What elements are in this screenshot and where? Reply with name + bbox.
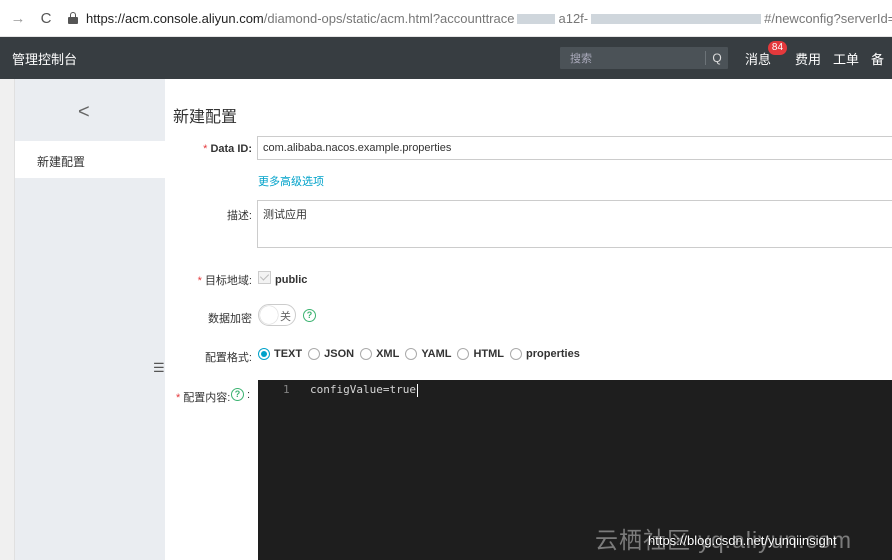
line-number-gutter: 1: [258, 380, 302, 560]
nav-item-messages-label: 消息: [745, 51, 772, 67]
content-help-icon[interactable]: ?: [231, 388, 244, 401]
code-line: configValue=true: [310, 383, 418, 397]
search-icon[interactable]: Q: [706, 51, 728, 65]
region-label: * 目标地域:: [197, 275, 252, 287]
redacted-block: [517, 14, 556, 25]
forward-arrow-icon[interactable]: →: [10, 10, 26, 27]
sidebar-item-label: 新建配置: [37, 155, 86, 169]
nav-item-more[interactable]: 备: [871, 49, 884, 68]
sidebar-item-new-config[interactable]: 新建配置: [0, 141, 165, 178]
description-textarea[interactable]: 测试应用: [257, 200, 892, 248]
toggle-knob: [260, 306, 278, 324]
toggle-state: 关: [280, 311, 291, 323]
search-input[interactable]: 搜索: [570, 50, 705, 66]
region-value: public: [275, 274, 308, 286]
radio-format-json[interactable]: JSON: [308, 348, 354, 360]
radio-format-xml[interactable]: XML: [360, 348, 399, 360]
content-label-colon: :: [247, 389, 251, 401]
nav-item-tickets[interactable]: 工单: [833, 49, 859, 68]
url-host: https://acm.console.aliyun.com: [86, 10, 264, 26]
page-title: 新建配置: [173, 109, 238, 126]
url-path: /diamond-ops/static/acm.html?accounttrac…: [263, 10, 515, 26]
menu-collapse-icon[interactable]: ☰: [153, 360, 165, 376]
watermark-url: https://blog.csdn.net/yunqiinsight: [648, 533, 837, 548]
help-icon[interactable]: ?: [303, 309, 316, 322]
line-number: 1: [283, 383, 290, 396]
console-brand[interactable]: 管理控制台: [12, 49, 77, 68]
content-label: * 配置内容:: [176, 392, 231, 404]
radio-format-properties[interactable]: properties: [510, 348, 580, 360]
region-checkbox[interactable]: [258, 271, 271, 284]
description-label: 描述:: [226, 210, 252, 222]
search-box[interactable]: 搜索 Q: [560, 47, 728, 69]
nav-item-billing[interactable]: 费用: [795, 49, 821, 68]
url-field[interactable]: https://acm.console.aliyun.com/diamond-o…: [86, 11, 892, 26]
collapsed-rail: [0, 79, 15, 560]
reload-icon[interactable]: C: [38, 10, 54, 27]
description-value: 测试应用: [263, 209, 307, 221]
data-id-value: com.alibaba.nacos.example.properties: [263, 142, 452, 154]
format-label: 配置格式:: [204, 352, 252, 364]
lock-icon: [68, 12, 78, 24]
top-menu: 消息 84 费用 工单 备: [745, 37, 892, 79]
left-sidebar: < 新建配置: [0, 79, 165, 560]
url-mid: a12f-: [558, 10, 589, 26]
redacted-block: [591, 14, 762, 25]
encryption-toggle[interactable]: 关: [258, 304, 296, 326]
nav-item-messages[interactable]: 消息 84: [745, 40, 788, 68]
encryption-label: 数据加密: [208, 313, 252, 325]
radio-format-html[interactable]: HTML: [457, 348, 504, 360]
message-count-badge: 84: [767, 40, 788, 55]
radio-format-yaml[interactable]: YAML: [405, 348, 451, 360]
radio-format-text[interactable]: TEXT: [258, 348, 302, 360]
data-id-label: * Data ID:: [203, 143, 252, 155]
chevron-left-icon[interactable]: <: [78, 101, 90, 124]
data-id-input[interactable]: com.alibaba.nacos.example.properties: [257, 136, 892, 160]
browser-address-bar: → C https://acm.console.aliyun.com/diamo…: [0, 0, 892, 37]
text-cursor: [416, 383, 418, 397]
url-tail: #/newconfig?serverId=: [764, 10, 892, 26]
top-navigation-bar: 管理控制台 搜索 Q 消息 84 费用 工单 备: [0, 37, 892, 79]
advanced-options-link[interactable]: 更多高级选项: [258, 173, 324, 189]
format-radio-group: TEXT JSON XML YAML HTML properties: [258, 346, 586, 362]
